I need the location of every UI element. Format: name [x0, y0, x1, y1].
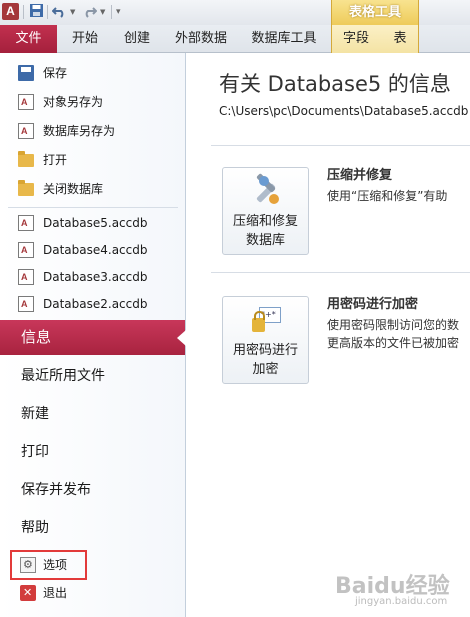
recent-file-item[interactable]: Database2.accdb: [0, 291, 185, 317]
qat-separator: [47, 5, 48, 19]
save-icon: [18, 65, 34, 81]
open-folder-icon: [18, 151, 34, 167]
exit-icon: [20, 585, 36, 601]
options-highlight-box: [10, 550, 87, 580]
redo-icon[interactable]: [81, 3, 97, 21]
open-menu-item[interactable]: 打开: [0, 147, 185, 173]
undo-icon[interactable]: [51, 3, 67, 21]
compact-heading: 压缩并修复: [327, 168, 393, 183]
access-app-icon[interactable]: A: [2, 3, 19, 20]
access-file-icon: [18, 269, 34, 285]
qat-separator: [111, 5, 112, 19]
print-section[interactable]: 打印: [0, 434, 185, 470]
redo-dropdown-icon[interactable]: ▼: [100, 8, 105, 16]
encrypt-password-button[interactable]: 用密码进行 加密: [222, 296, 309, 384]
close-database-menu-item[interactable]: 关闭数据库: [0, 176, 185, 202]
compact-repair-button[interactable]: 压缩和修复 数据库: [222, 167, 309, 255]
tab-create[interactable]: 创建: [114, 25, 160, 53]
tab-table[interactable]: 表: [385, 25, 415, 53]
recent-file-item[interactable]: Database5.accdb: [0, 210, 185, 236]
save-publish-section[interactable]: 保存并发布: [0, 472, 185, 508]
save-database-as-menu-item[interactable]: 数据库另存为: [0, 118, 185, 144]
lock-icon: [251, 305, 281, 335]
access-file-icon: [18, 296, 34, 312]
page-title: 有关 Database5 的信息: [219, 72, 451, 96]
save-as-icon: [18, 94, 34, 110]
access-file-icon: [18, 242, 34, 258]
file-path: C:\Users\pc\Documents\Database5.accdb: [219, 104, 469, 118]
baidu-watermark-url: jingyan.baidu.com: [355, 596, 448, 607]
section-divider: [211, 145, 470, 146]
tab-external-data[interactable]: 外部数据: [167, 25, 235, 53]
new-section[interactable]: 新建: [0, 396, 185, 432]
close-database-icon: [18, 180, 34, 196]
recent-file-item[interactable]: Database3.accdb: [0, 264, 185, 290]
encrypt-description: 使用密码限制访问您的数: [327, 318, 460, 332]
recent-file-item[interactable]: Database4.accdb: [0, 237, 185, 263]
tab-fields[interactable]: 字段: [336, 25, 376, 53]
compact-description: 使用“压缩和修复”有助: [327, 189, 448, 203]
selected-arrow-icon: [177, 330, 186, 346]
save-object-as-menu-item[interactable]: 对象另存为: [0, 89, 185, 115]
tab-database-tools[interactable]: 数据库工具: [244, 25, 324, 53]
undo-dropdown-icon[interactable]: ▼: [70, 8, 75, 16]
tab-home[interactable]: 开始: [62, 25, 108, 53]
save-menu-item[interactable]: 保存: [0, 60, 185, 86]
exit-menu-item[interactable]: 退出: [0, 580, 185, 606]
encrypt-description: 更高版本的文件已被加密: [327, 336, 460, 350]
qat-separator: [23, 5, 24, 19]
menu-divider: [8, 207, 178, 208]
help-section[interactable]: 帮助: [0, 510, 185, 546]
table-tools-header: 表格工具: [331, 0, 419, 25]
tab-file[interactable]: 文件: [0, 25, 57, 53]
section-divider: [211, 272, 470, 273]
info-section[interactable]: 信息: [0, 320, 185, 355]
recent-section[interactable]: 最近所用文件: [0, 358, 185, 394]
database-save-as-icon: [18, 123, 34, 139]
encrypt-heading: 用密码进行加密: [327, 297, 419, 312]
access-file-icon: [18, 215, 34, 231]
compact-repair-icon: [251, 173, 281, 206]
customize-qat-icon[interactable]: ▾: [116, 7, 121, 17]
save-icon[interactable]: [28, 3, 44, 21]
